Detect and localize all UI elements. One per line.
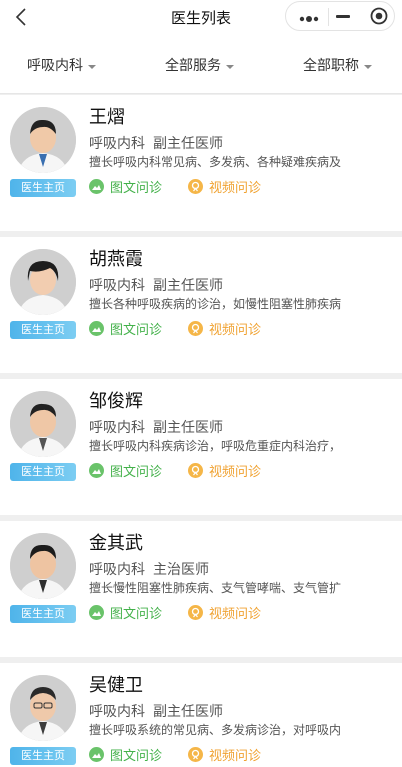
doctor-name: 金其武	[89, 533, 143, 554]
video-consult-label: 视频问诊	[209, 465, 262, 480]
more-dots-icon[interactable]	[298, 10, 320, 22]
service-filter[interactable]: 全部服务	[165, 55, 234, 75]
image-icon	[89, 463, 104, 478]
video-consult-button[interactable]: 视频问诊	[188, 605, 261, 623]
caret-down-icon	[364, 65, 372, 69]
video-consult-label: 视频问诊	[209, 323, 262, 338]
doctor-description: 擅长各种呼吸疾病的诊治，如慢性阻塞性肺疾病	[89, 297, 342, 311]
service-filter-label: 全部服务	[165, 58, 221, 74]
doctor-title: 副主任医师	[153, 278, 223, 294]
doctor-home-button[interactable]: 医生主页	[10, 321, 76, 339]
doctor-name: 胡燕霞	[89, 249, 143, 270]
title-bar: 医生列表	[0, 0, 402, 33]
image-icon	[89, 605, 104, 620]
doctor-department: 呼吸内科	[89, 278, 145, 294]
doctor-meta: 呼吸内科 副主任医师	[89, 133, 223, 153]
doctor-department: 呼吸内科	[89, 420, 145, 436]
video-icon	[188, 179, 203, 194]
filter-bar: 呼吸内科 全部服务 全部职称	[0, 33, 402, 94]
video-consult-label: 视频问诊	[209, 181, 262, 196]
text-consult-label: 图文问诊	[110, 607, 163, 622]
doctor-name: 邹俊辉	[89, 391, 143, 412]
doctor-department: 呼吸内科	[89, 704, 145, 720]
text-consult-button[interactable]: 图文问诊	[89, 747, 162, 765]
text-consult-button[interactable]: 图文问诊	[89, 605, 162, 623]
doctor-title: 副主任医师	[153, 136, 223, 152]
department-filter-label: 呼吸内科	[27, 58, 83, 74]
avatar[interactable]	[10, 391, 76, 457]
avatar[interactable]	[10, 249, 76, 315]
doctor-card[interactable]: 医生主页 邹俊辉 呼吸内科 副主任医师 擅长呼吸内科疾病诊治，呼吸危重症内科治疗，…	[0, 379, 402, 521]
doctor-name: 吴健卫	[89, 675, 143, 696]
text-consult-label: 图文问诊	[110, 323, 163, 338]
doctor-list: 医生主页 王熠 呼吸内科 副主任医师 擅长呼吸内科常见病、多发病、各种疑难疾病及 …	[0, 95, 402, 767]
avatar[interactable]	[10, 107, 76, 173]
doctor-title: 副主任医师	[153, 704, 223, 720]
doctor-home-button[interactable]: 医生主页	[10, 605, 76, 623]
doctor-home-button[interactable]: 医生主页	[10, 463, 76, 481]
doctor-name: 王熠	[89, 107, 125, 128]
doctor-card[interactable]: 医生主页 王熠 呼吸内科 副主任医师 擅长呼吸内科常见病、多发病、各种疑难疾病及 …	[0, 95, 402, 237]
doctor-card[interactable]: 医生主页 吴健卫 呼吸内科 副主任医师 擅长呼吸系统的常见病、多发病诊治，对呼吸内…	[0, 663, 402, 767]
video-consult-button[interactable]: 视频问诊	[188, 747, 261, 765]
doctor-department: 呼吸内科	[89, 562, 145, 578]
doctor-description: 擅长呼吸内科疾病诊治，呼吸危重症内科治疗，	[89, 439, 342, 453]
video-consult-button[interactable]: 视频问诊	[188, 179, 261, 197]
text-consult-button[interactable]: 图文问诊	[89, 179, 162, 197]
video-consult-label: 视频问诊	[209, 607, 262, 622]
doctor-meta: 呼吸内科 副主任医师	[89, 417, 223, 437]
image-icon	[89, 747, 104, 762]
doctor-home-button[interactable]: 医生主页	[10, 747, 76, 765]
avatar[interactable]	[10, 533, 76, 599]
doctor-meta: 呼吸内科 主治医师	[89, 559, 209, 579]
doctor-home-button[interactable]: 医生主页	[10, 179, 76, 197]
caret-down-icon	[88, 65, 96, 69]
doctor-department: 呼吸内科	[89, 136, 145, 152]
rank-filter-label: 全部职称	[303, 58, 359, 74]
rank-filter[interactable]: 全部职称	[303, 55, 372, 75]
text-consult-label: 图文问诊	[110, 465, 163, 480]
doctor-title: 主治医师	[153, 562, 209, 578]
doctor-meta: 呼吸内科 副主任医师	[89, 275, 223, 295]
image-icon	[89, 321, 104, 336]
doctor-description: 擅长呼吸系统的常见病、多发病诊治，对呼吸内	[89, 723, 342, 737]
caret-down-icon	[226, 65, 234, 69]
miniprogram-capsule	[285, 1, 395, 31]
doctor-description: 擅长慢性阻塞性肺疾病、支气管哮喘、支气管扩	[89, 581, 342, 595]
video-consult-button[interactable]: 视频问诊	[188, 321, 261, 339]
video-icon	[188, 321, 203, 336]
doctor-description: 擅长呼吸内科常见病、多发病、各种疑难疾病及	[89, 155, 342, 169]
text-consult-button[interactable]: 图文问诊	[89, 463, 162, 481]
department-filter[interactable]: 呼吸内科	[27, 55, 96, 75]
doctor-card[interactable]: 医生主页 金其武 呼吸内科 主治医师 擅长慢性阻塞性肺疾病、支气管哮喘、支气管扩 …	[0, 521, 402, 663]
text-consult-label: 图文问诊	[110, 749, 163, 764]
video-icon	[188, 605, 203, 620]
image-icon	[89, 179, 104, 194]
video-consult-button[interactable]: 视频问诊	[188, 463, 261, 481]
text-consult-button[interactable]: 图文问诊	[89, 321, 162, 339]
video-icon	[188, 463, 203, 478]
doctor-meta: 呼吸内科 副主任医师	[89, 701, 223, 721]
text-consult-label: 图文问诊	[110, 181, 163, 196]
doctor-card[interactable]: 医生主页 胡燕霞 呼吸内科 副主任医师 擅长各种呼吸疾病的诊治，如慢性阻塞性肺疾病…	[0, 237, 402, 379]
doctor-title: 副主任医师	[153, 420, 223, 436]
video-consult-label: 视频问诊	[209, 749, 262, 764]
target-circle-icon[interactable]	[370, 7, 388, 25]
video-icon	[188, 747, 203, 762]
avatar[interactable]	[10, 675, 76, 741]
minus-icon[interactable]	[336, 15, 350, 18]
capsule-divider	[328, 8, 329, 26]
